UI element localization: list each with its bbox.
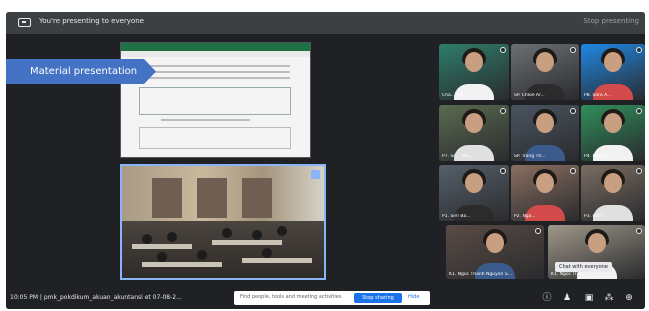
participant-face [465,112,483,133]
desk [212,240,282,245]
slide-line [141,65,290,67]
slide-banner: Material presentation [6,59,156,84]
student [197,250,207,260]
presenting-controls: Find people, tools and meeting activitie… [234,291,430,305]
mic-status-icon [570,168,576,174]
mic-status-icon [570,47,576,53]
participant-name: P8. Sara A... [584,93,612,98]
participant-face [536,51,554,72]
participant-tile[interactable]: Cha... Ba... [439,44,509,100]
student [252,230,262,240]
participant-name: P1. Sim Ba... [442,214,471,219]
people-icon[interactable]: ♟ [562,293,572,303]
meeting-name: pmk_pokdikum_akuan_akuntansi et 07-08-2.… [43,294,182,301]
participant-face [536,112,554,133]
wall-panel [242,178,272,218]
slide-table [139,87,291,115]
presenting-status: You're presenting to everyone [39,17,144,25]
participant-face [465,51,483,72]
participant-name: Cha... Ba... [442,93,467,98]
hide-button[interactable]: Hide [408,294,419,300]
participant-tile[interactable]: P8. Sara A... [581,44,645,100]
participant-face [465,172,483,193]
wall-panel [152,178,182,218]
mic-status-icon [535,228,541,234]
presenting-hint: Find people, tools and meeting activitie… [240,294,342,300]
pin-icon[interactable] [311,170,320,179]
slide-table [139,127,291,149]
spreadsheet-ribbon [121,43,310,51]
participant-tile[interactable]: K1. Ngoc Thanh Nguyen S... [446,225,544,279]
participant-face [604,51,622,72]
present-screen-icon [18,18,31,27]
participant-face [486,232,504,253]
activities-icon[interactable]: ⁂ [604,293,614,303]
participant-name: P7. Se... Ma... [442,154,473,159]
participant-name: SP. Chloe Ar... [514,93,545,98]
desk [142,262,222,267]
classroom-camera-tile[interactable] [120,164,326,280]
participant-name: K1. Ngoc Tran... [551,272,587,277]
mic-status-icon [570,108,576,114]
desk [242,258,312,263]
wall-panel [197,178,227,218]
participant-tile[interactable]: P1. Sim Ba... [439,165,509,221]
student [222,228,232,238]
spreadsheet-toolbar [121,51,310,57]
slide-line [141,71,290,73]
meet-window: You're presenting to everyone Stop prese… [6,12,645,309]
info-icon[interactable]: ⓘ [542,293,552,303]
stop-presenting-button[interactable]: Stop presenting [583,17,639,25]
meeting-info: 10:05 PM | pmk_pokdikum_akuan_akuntansi … [10,294,182,301]
participant-face [604,172,622,193]
participant-name: P4. Minh Pa... [584,154,615,159]
participant-face [604,112,622,133]
student [277,226,287,236]
clock-time: 10:05 PM [10,294,38,301]
slide-line [141,77,290,79]
slide-line [161,119,250,121]
participant-name: P3. Bich... [584,214,607,219]
participant-tile[interactable]: SP. Trang Th... [511,105,579,161]
bottom-control-bar: 10:05 PM | pmk_pokdikum_akuan_akuntansi … [6,286,645,309]
participant-name: P2. Nga... [514,214,536,219]
desk [132,244,192,249]
participant-tile[interactable]: P3. Bich... [581,165,645,221]
participant-tile[interactable]: P2. Nga... [511,165,579,221]
lock-icon[interactable]: ⊕ [624,293,634,303]
chat-tooltip: Chat with everyone [555,262,612,272]
mic-status-icon [500,168,506,174]
student [167,232,177,242]
mic-status-icon [636,228,642,234]
presenting-bar: You're presenting to everyone Stop prese… [6,12,645,34]
participant-name: SP. Trang Th... [514,154,546,159]
mic-status-icon [636,47,642,53]
participant-tile[interactable]: SP. Chloe Ar... [511,44,579,100]
participant-face [536,172,554,193]
mic-status-icon [636,108,642,114]
participant-name: K1. Ngoc Thanh Nguyen S... [449,272,512,277]
shared-slide [120,42,311,158]
mic-status-icon [500,47,506,53]
student [262,248,272,258]
mic-status-icon [500,108,506,114]
participant-tile[interactable]: P4. Minh Pa... [581,105,645,161]
student [157,252,167,262]
student [142,234,152,244]
stop-sharing-button[interactable]: Stop sharing [354,293,402,303]
chat-icon[interactable]: ▣ [584,293,594,303]
mic-status-icon [636,168,642,174]
participant-tile[interactable]: P7. Se... Ma... [439,105,509,161]
participant-face [587,232,606,253]
